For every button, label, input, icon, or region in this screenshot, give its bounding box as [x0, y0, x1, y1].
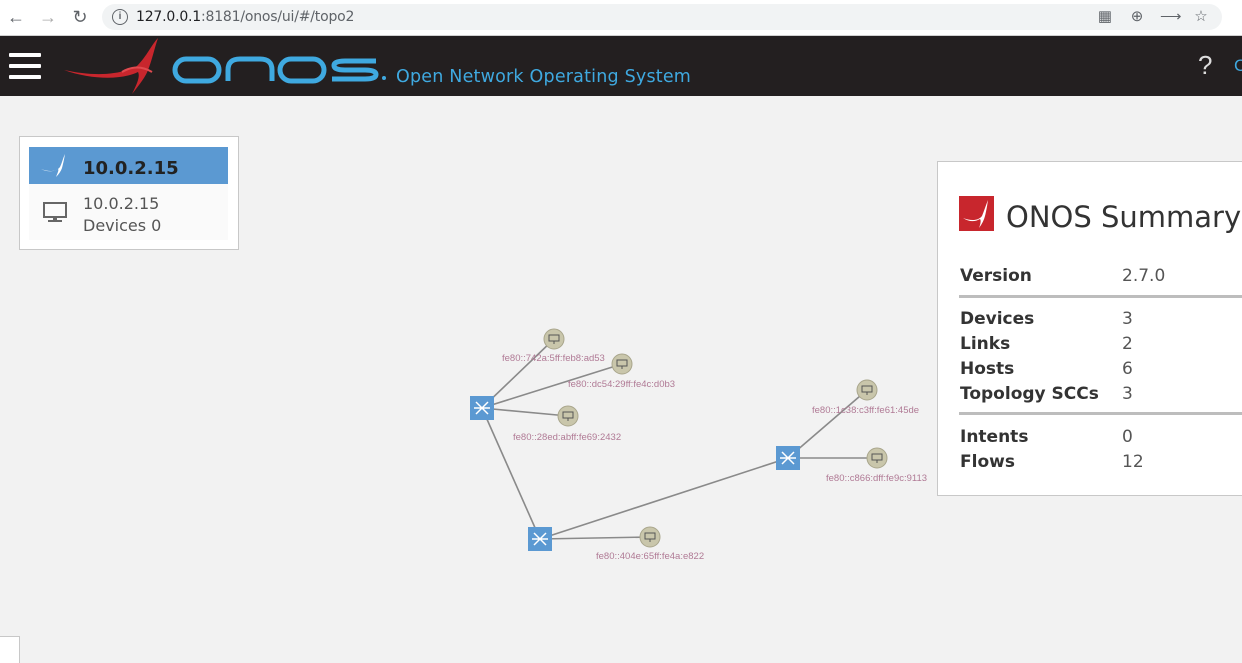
host-node[interactable] — [639, 526, 661, 548]
summary-key: Hosts — [960, 359, 1015, 379]
translate-icon[interactable]: ▦ — [1096, 8, 1114, 26]
summary-key: Intents — [960, 427, 1029, 447]
host-node[interactable] — [543, 328, 565, 350]
summary-value: 6 — [1122, 359, 1133, 379]
masthead-subtitle: Open Network Operating System — [396, 67, 692, 87]
switch-device[interactable] — [528, 527, 552, 551]
truncated-user-link[interactable]: C — [1234, 56, 1242, 76]
share-icon[interactable]: ⟶ — [1160, 8, 1182, 26]
summary-key: Links — [960, 334, 1011, 354]
browser-toolbar: ← → ↻ i 127.0.0.1:8181/onos/ui/#/topo2 ▦… — [0, 0, 1242, 36]
link — [539, 457, 789, 540]
link — [539, 536, 651, 540]
reload-icon[interactable]: ↻ — [69, 6, 91, 28]
address-bar[interactable]: i 127.0.0.1:8181/onos/ui/#/topo2 ▦ ⊕ ⟶ ☆ — [102, 4, 1222, 30]
summary-value: 3 — [1122, 309, 1133, 329]
url-path: :8181/onos/ui/#/topo2 — [201, 9, 355, 25]
host-node[interactable] — [866, 447, 888, 469]
forward-arrow-icon[interactable]: → — [37, 6, 59, 28]
summary-value: 0 — [1122, 427, 1133, 447]
link — [481, 407, 541, 540]
host-label: fe80::1c38:c3ff:fe61:45de — [812, 405, 919, 416]
url-host: 127.0.0.1 — [136, 9, 201, 25]
summary-value: 2.7.0 — [1122, 266, 1166, 286]
host-node[interactable] — [856, 379, 878, 401]
onos-logo — [64, 38, 386, 94]
summary-divider — [959, 412, 1242, 415]
host-label: fe80::742a:5ff:feb8:ad53 — [502, 353, 605, 364]
host-label: fe80::404e:65ff:fe4a:e822 — [596, 551, 704, 562]
info-icon[interactable]: i — [112, 9, 128, 25]
hamburger-menu-icon[interactable] — [9, 53, 41, 79]
help-icon[interactable]: ? — [1198, 50, 1212, 81]
summary-key: Flows — [960, 452, 1015, 472]
link — [481, 407, 569, 417]
summary-divider — [959, 295, 1242, 298]
masthead: Open Network Operating System ? C — [0, 36, 1242, 96]
summary-key: Devices — [960, 309, 1035, 329]
back-arrow-icon[interactable]: ← — [5, 6, 27, 28]
summary-key: Version — [960, 266, 1032, 286]
host-label: fe80::c866:dff:fe9c:9113 — [826, 473, 927, 484]
summary-key: Topology SCCs — [960, 384, 1099, 404]
summary-panel: ONOS Summary Version 2.7.0 Devices 3 Lin… — [937, 161, 1242, 496]
host-node[interactable] — [611, 353, 633, 375]
onos-logo-icon — [959, 196, 994, 231]
host-label: fe80::dc54:29ff:fe4c:d0b3 — [568, 379, 675, 390]
summary-value: 12 — [1122, 452, 1144, 472]
bookmark-star-icon[interactable]: ☆ — [1192, 8, 1210, 26]
host-label: fe80::28ed:abff:fe69:2432 — [513, 432, 621, 443]
summary-title: ONOS Summary — [1006, 200, 1242, 234]
switch-device[interactable] — [776, 446, 800, 470]
zoom-icon[interactable]: ⊕ — [1128, 8, 1146, 26]
summary-value: 2 — [1122, 334, 1133, 354]
collapsed-panel-edge[interactable] — [0, 636, 20, 663]
host-node[interactable] — [557, 405, 579, 427]
switch-device[interactable] — [470, 396, 494, 420]
url-text[interactable]: 127.0.0.1:8181/onos/ui/#/topo2 — [136, 9, 354, 25]
summary-value: 3 — [1122, 384, 1133, 404]
